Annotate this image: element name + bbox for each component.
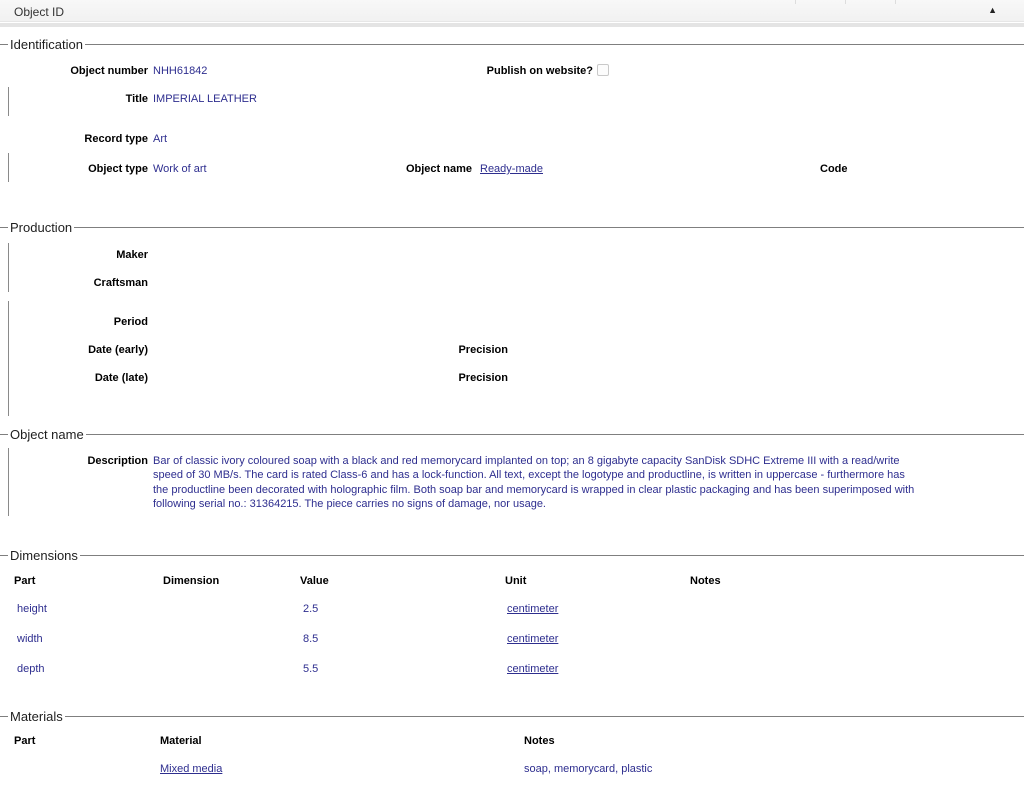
description-label: Description — [20, 455, 148, 467]
dimension-unit-link[interactable]: centimeter — [507, 663, 558, 675]
dimension-part-value[interactable]: depth — [17, 663, 45, 675]
field-group-indicator — [8, 448, 9, 516]
field-group-indicator — [8, 87, 9, 116]
date-early-precision-label: Precision — [458, 344, 508, 356]
record-type-label: Record type — [20, 133, 148, 145]
craftsman-label: Craftsman — [20, 277, 148, 289]
materials-header-material: Material — [160, 735, 202, 747]
object-id-record-page: Object ID ▲ Identification Object number… — [0, 0, 1024, 794]
section-legend-production: Production — [0, 220, 1024, 234]
material-notes-value[interactable]: soap, memorycard, plastic — [524, 763, 652, 775]
section-legend-label: Dimensions — [10, 548, 78, 563]
panel-header-divider — [0, 23, 1024, 27]
dimension-part-value[interactable]: height — [17, 603, 47, 615]
date-early-label: Date (early) — [20, 344, 148, 356]
section-legend-materials: Materials — [0, 709, 1024, 723]
section-legend-label: Production — [10, 220, 72, 235]
object-name-label: Object name — [406, 163, 472, 175]
section-legend-dimensions: Dimensions — [0, 548, 1024, 562]
column-divider-tick — [895, 0, 896, 4]
dimension-unit-link[interactable]: centimeter — [507, 633, 558, 645]
dimension-part-value[interactable]: width — [17, 633, 43, 645]
title-value[interactable]: IMPERIAL LEATHER — [153, 93, 257, 105]
object-number-label: Object number — [20, 65, 148, 77]
object-type-label: Object type — [20, 163, 148, 175]
section-legend-identification: Identification — [0, 37, 1024, 51]
column-divider-tick — [845, 0, 846, 4]
maker-label: Maker — [20, 249, 148, 261]
section-legend-label: Materials — [10, 709, 63, 724]
materials-header-part: Part — [14, 735, 35, 747]
field-group-indicator — [8, 153, 9, 182]
dimension-unit-link[interactable]: centimeter — [507, 603, 558, 615]
date-late-label: Date (late) — [20, 372, 148, 384]
title-label: Title — [20, 93, 148, 105]
dimensions-header-part: Part — [14, 575, 35, 587]
section-legend-label: Identification — [10, 37, 83, 52]
column-divider-tick — [795, 0, 796, 4]
record-type-value[interactable]: Art — [153, 133, 167, 145]
collapse-panel-icon[interactable]: ▲ — [988, 5, 997, 15]
date-late-precision-label: Precision — [458, 372, 508, 384]
publish-on-website-checkbox[interactable] — [597, 64, 609, 76]
panel-title: Object ID — [14, 5, 64, 19]
code-label: Code — [820, 163, 848, 175]
section-legend-object-name: Object name — [0, 427, 1024, 441]
description-value[interactable]: Bar of classic ivory coloured soap with … — [153, 454, 919, 512]
materials-header-notes: Notes — [524, 735, 555, 747]
publish-on-website-label: Publish on website? — [487, 65, 593, 77]
period-label: Period — [20, 316, 148, 328]
object-name-value-link[interactable]: Ready-made — [480, 163, 543, 175]
dimension-value[interactable]: 8.5 — [303, 633, 318, 645]
object-type-value[interactable]: Work of art — [153, 163, 207, 175]
dimension-value[interactable]: 2.5 — [303, 603, 318, 615]
object-number-value[interactable]: NHH61842 — [153, 65, 207, 77]
dimension-value[interactable]: 5.5 — [303, 663, 318, 675]
section-legend-label: Object name — [10, 427, 84, 442]
field-group-indicator — [8, 243, 9, 292]
dimensions-header-value: Value — [300, 575, 329, 587]
object-id-panel-header[interactable]: Object ID ▲ — [0, 0, 1024, 22]
dimensions-header-unit: Unit — [505, 575, 526, 587]
field-group-indicator — [8, 301, 9, 416]
material-value-link[interactable]: Mixed media — [160, 763, 222, 775]
dimensions-header-dimension: Dimension — [163, 575, 219, 587]
dimensions-header-notes: Notes — [690, 575, 721, 587]
